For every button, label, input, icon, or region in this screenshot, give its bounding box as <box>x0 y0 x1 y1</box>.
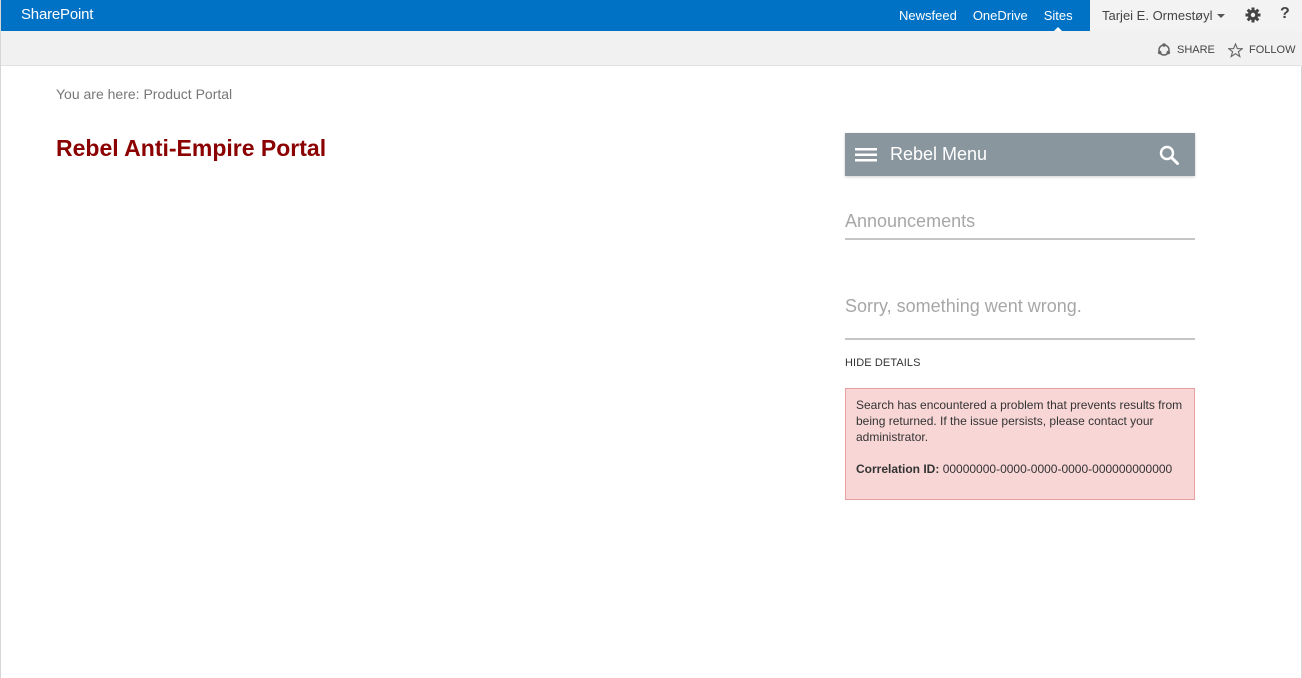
action-bar: SHARE FOLLOW <box>1 31 1302 66</box>
follow-button[interactable]: FOLLOW <box>1228 41 1295 59</box>
user-area: Tarjei E. Ormestøyl ? <box>1090 0 1302 31</box>
error-message: Search has encountered a problem that pr… <box>856 398 1183 444</box>
breadcrumb-prefix: You are here: <box>56 86 144 102</box>
error-heading: Sorry, something went wrong. <box>845 296 1082 316</box>
suite-bar: SharePoint Newsfeed OneDrive Sites Tarje… <box>1 0 1302 31</box>
breadcrumb-link[interactable]: Product Portal <box>143 86 232 102</box>
chevron-down-icon <box>1216 14 1225 18</box>
help-icon[interactable]: ? <box>1280 5 1290 23</box>
correlation-value: 00000000-0000-0000-0000-000000000000 <box>942 462 1173 476</box>
sharepoint-page: SharePoint Newsfeed OneDrive Sites Tarje… <box>0 0 1302 678</box>
breadcrumb: You are here: Product Portal <box>56 86 232 102</box>
nav-sites[interactable]: Sites <box>1036 0 1081 31</box>
correlation-label: Correlation ID: <box>856 462 940 476</box>
user-name: Tarjei E. Ormestøyl <box>1102 8 1213 23</box>
correlation-id: Correlation ID: 00000000-0000-0000-0000-… <box>856 461 1184 477</box>
announcements-title: Announcements <box>845 211 976 231</box>
brand-logo[interactable]: SharePoint <box>21 6 93 23</box>
search-icon[interactable] <box>1159 145 1179 170</box>
share-label: SHARE <box>1177 44 1215 56</box>
hamburger-menu-icon[interactable] <box>855 147 877 168</box>
gear-icon[interactable] <box>1245 7 1261 28</box>
divider <box>845 238 1195 240</box>
suite-nav: Newsfeed OneDrive Sites <box>891 0 1081 31</box>
nav-newsfeed[interactable]: Newsfeed <box>891 0 965 31</box>
share-icon <box>1157 43 1171 56</box>
error-details-box: Search has encountered a problem that pr… <box>845 388 1195 500</box>
share-button[interactable]: SHARE <box>1157 41 1215 59</box>
page-title: Rebel Anti-Empire Portal <box>56 135 327 161</box>
divider <box>845 338 1195 340</box>
nav-onedrive[interactable]: OneDrive <box>965 0 1036 31</box>
hide-details-link[interactable]: HIDE DETAILS <box>845 357 921 369</box>
follow-label: FOLLOW <box>1249 44 1296 56</box>
menu-title[interactable]: Rebel Menu <box>890 144 987 165</box>
user-menu[interactable]: Tarjei E. Ormestøyl <box>1102 8 1225 23</box>
star-icon <box>1228 42 1243 58</box>
rebel-menu-bar: Rebel Menu <box>845 133 1195 176</box>
